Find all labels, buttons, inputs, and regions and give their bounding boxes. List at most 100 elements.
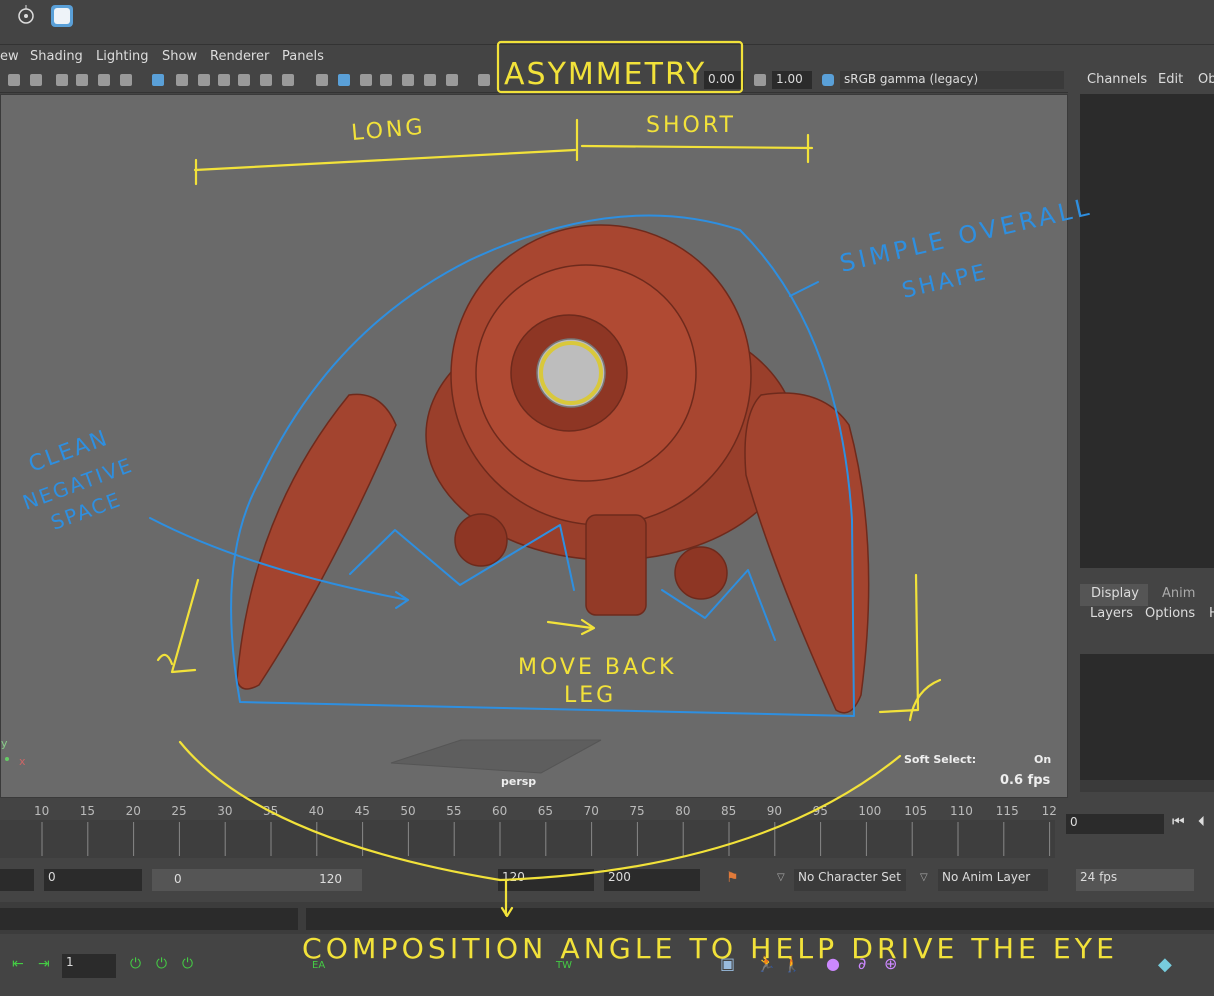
film-gate-icon[interactable] bbox=[176, 74, 188, 86]
smooth-shade-icon[interactable] bbox=[338, 74, 350, 86]
tab-channels[interactable]: Channels bbox=[1087, 72, 1147, 87]
range-slider-start: 0 bbox=[174, 872, 182, 886]
2d-pan-icon[interactable] bbox=[98, 74, 110, 86]
power-icon[interactable]: ⏻ bbox=[130, 956, 141, 972]
range-slider[interactable]: 0 120 bbox=[152, 869, 362, 891]
menu-view[interactable]: ew bbox=[0, 49, 19, 64]
menu-show[interactable]: Show bbox=[162, 49, 197, 64]
menu-lighting[interactable]: Lighting bbox=[96, 49, 149, 64]
snap-icon[interactable] bbox=[10, 2, 40, 30]
playback-end-field[interactable]: 120 bbox=[498, 869, 594, 891]
image-plane-icon[interactable] bbox=[76, 74, 88, 86]
tick-label: 110 bbox=[950, 804, 973, 818]
fps-readout: 0.6 fps bbox=[1000, 773, 1051, 788]
grid-icon[interactable] bbox=[152, 74, 164, 86]
ambient-occlusion-icon[interactable] bbox=[478, 74, 490, 86]
gamma-field[interactable]: 1.00 bbox=[772, 71, 812, 89]
menu-help[interactable]: H bbox=[1209, 606, 1214, 621]
range-slider-end: 120 bbox=[319, 872, 342, 886]
step-back-icon[interactable]: ⏴ bbox=[1198, 814, 1205, 830]
bubble-icon[interactable]: ● bbox=[826, 954, 840, 973]
go-to-start-icon[interactable]: ⏮ bbox=[1172, 814, 1185, 830]
anim-end-field[interactable]: 200 bbox=[604, 869, 700, 891]
exposure-field[interactable]: 0.00 bbox=[704, 71, 744, 89]
key-label-ea: EA bbox=[312, 960, 326, 971]
frame-field[interactable]: 1 bbox=[62, 954, 116, 978]
fps-dropdown[interactable]: 24 fps bbox=[1076, 869, 1194, 891]
3d-viewport[interactable]: y x persp Soft Select: On 0.6 fps bbox=[0, 94, 1068, 798]
next-key-icon[interactable]: ⇥ bbox=[38, 956, 50, 972]
tab-object[interactable]: Ob bbox=[1198, 72, 1214, 87]
shadows-icon[interactable] bbox=[446, 74, 458, 86]
power-2-icon[interactable]: ⏻ bbox=[156, 956, 167, 972]
prev-key-icon[interactable]: ⇤ bbox=[12, 956, 24, 972]
colorspace-dropdown[interactable]: sRGB gamma (legacy) bbox=[840, 71, 1064, 89]
cube-icon[interactable] bbox=[46, 2, 76, 30]
grease-pencil-icon[interactable] bbox=[120, 74, 132, 86]
power-3-icon[interactable]: ⏻ bbox=[182, 956, 193, 972]
bookmark-icon[interactable] bbox=[56, 74, 68, 86]
tab-display[interactable]: Display bbox=[1091, 586, 1139, 601]
layer-list[interactable] bbox=[1080, 654, 1214, 780]
safe-title-icon[interactable] bbox=[282, 74, 294, 86]
tick-label: 65 bbox=[537, 804, 554, 818]
character-icon[interactable]: 🚶 bbox=[782, 954, 802, 973]
wireframe-icon[interactable] bbox=[316, 74, 328, 86]
safe-action-icon[interactable] bbox=[260, 74, 272, 86]
soft-select-label: Soft Select: bbox=[904, 753, 977, 766]
axis-y-label: y bbox=[1, 737, 8, 750]
run-icon[interactable]: 🏃 bbox=[756, 954, 776, 973]
diamond-icon[interactable]: ◆ bbox=[1158, 954, 1172, 975]
tick-label: 60 bbox=[492, 804, 508, 818]
viewport-scene bbox=[5, 224, 870, 774]
gamma-icon[interactable] bbox=[754, 74, 766, 86]
rig-icon[interactable]: ∂ bbox=[858, 954, 866, 973]
wireframe-on-shaded-icon[interactable] bbox=[360, 74, 372, 86]
tick-label: 50 bbox=[400, 804, 416, 818]
tick-label: 100 bbox=[858, 804, 882, 818]
soft-select-value: On bbox=[1034, 753, 1052, 766]
playback-start-field[interactable]: 0 bbox=[44, 869, 142, 891]
character-set-dropdown-icon[interactable]: ▽ bbox=[777, 872, 785, 883]
mel-input[interactable] bbox=[0, 908, 298, 930]
tick-label: 55 bbox=[446, 804, 462, 818]
playback-controls: 0 ⏮ ⏴ bbox=[1060, 800, 1214, 860]
tick-label: 85 bbox=[721, 804, 737, 818]
gate-mask-icon[interactable] bbox=[218, 74, 230, 86]
menu-shading[interactable]: Shading bbox=[30, 49, 83, 64]
horizontal-scrollbar[interactable] bbox=[1080, 780, 1214, 792]
tick-label: 15 bbox=[79, 804, 96, 818]
time-slider[interactable]: 10 15 20 25 30 35 40 45 50 55 60 65 70 75 80 85 90 95 100 1… bbox=[0, 800, 1068, 860]
color-management-icon[interactable] bbox=[822, 74, 834, 86]
camera-attr-icon[interactable] bbox=[30, 74, 42, 86]
robot-model bbox=[236, 224, 870, 714]
character-set-field[interactable]: No Character Set bbox=[794, 869, 906, 891]
textured-icon[interactable] bbox=[402, 74, 414, 86]
script-result bbox=[306, 908, 1214, 930]
globe-icon[interactable]: ⊕ bbox=[884, 954, 897, 973]
menu-options[interactable]: Options bbox=[1145, 606, 1195, 621]
field-chart-icon[interactable] bbox=[238, 74, 250, 86]
camera-icon[interactable] bbox=[8, 74, 20, 86]
camera-label: persp bbox=[501, 775, 537, 788]
anim-start-field[interactable] bbox=[0, 869, 34, 891]
resolution-gate-icon[interactable] bbox=[198, 74, 210, 86]
camera-tool-icon[interactable]: ▣ bbox=[720, 954, 735, 973]
anim-layer-field[interactable]: No Anim Layer bbox=[938, 869, 1048, 891]
lights-icon[interactable] bbox=[424, 74, 436, 86]
current-frame-field[interactable]: 0 bbox=[1066, 814, 1164, 834]
channel-box-area[interactable] bbox=[1080, 94, 1214, 568]
tab-anim[interactable]: Anim bbox=[1162, 586, 1195, 601]
bookmark-add-icon[interactable]: ⚑ bbox=[726, 870, 739, 886]
anim-layer-dropdown-icon[interactable]: ▽ bbox=[920, 872, 928, 883]
tick-label: 90 bbox=[766, 804, 783, 818]
tick-label: 35 bbox=[263, 804, 279, 818]
range-slider-bar: 0 0 120 120 200 ⚑ ▽ No Character Set ▽ N… bbox=[0, 864, 1214, 898]
tab-edit[interactable]: Edit bbox=[1158, 72, 1183, 87]
menu-layers[interactable]: Layers bbox=[1090, 606, 1133, 621]
menu-renderer[interactable]: Renderer bbox=[210, 49, 269, 64]
menu-panels[interactable]: Panels bbox=[282, 49, 324, 64]
xray-icon[interactable] bbox=[380, 74, 392, 86]
tick-label: 12 bbox=[1041, 804, 1057, 818]
tick-label: 75 bbox=[629, 804, 645, 818]
